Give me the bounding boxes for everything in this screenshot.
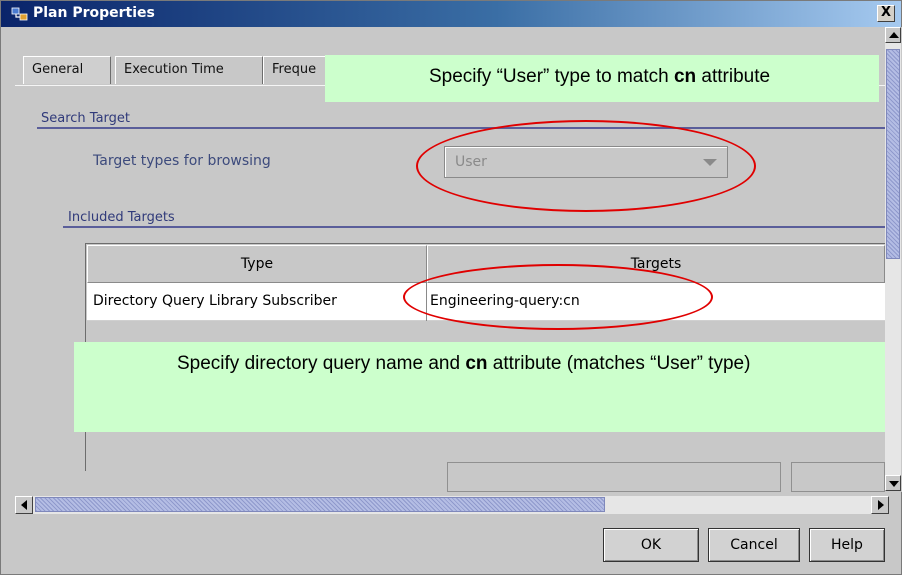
scroll-down-button[interactable] (885, 475, 901, 491)
callout-text: attribute (696, 66, 771, 87)
tab-execution-time[interactable]: Execution Time (115, 56, 263, 84)
highlight-ellipse (416, 120, 756, 212)
partial-button[interactable] (447, 462, 781, 492)
horizontal-scrollbar[interactable] (15, 496, 889, 514)
target-types-label: Target types for browsing (93, 153, 271, 169)
scroll-up-button[interactable] (885, 27, 901, 43)
section-title-included-targets: Included Targets (68, 210, 175, 225)
highlight-ellipse (403, 264, 713, 330)
vertical-scrollbar[interactable] (885, 27, 902, 492)
cancel-button[interactable]: Cancel (708, 528, 800, 562)
cell-type: Directory Query Library Subscriber (87, 283, 427, 321)
title-bar[interactable]: Plan Properties X (1, 1, 901, 27)
annotation-callout: Specify “User” type to match cn attribut… (325, 55, 879, 102)
window-title: Plan Properties (33, 5, 155, 21)
ok-button[interactable]: OK (603, 528, 699, 562)
arrow-left-icon (21, 500, 27, 510)
callout-bold-text: cn (465, 353, 488, 374)
scroll-thumb[interactable] (886, 49, 900, 259)
arrow-right-icon (878, 500, 884, 510)
scroll-left-button[interactable] (15, 496, 33, 514)
app-icon (11, 6, 29, 22)
scroll-right-button[interactable] (871, 496, 889, 514)
callout-text: attribute (matches “User” type) (487, 353, 751, 374)
plan-properties-dialog: Plan Properties X General Execution Time… (0, 0, 902, 575)
callout-text: Specify directory query name and (177, 353, 466, 374)
callout-bold-text: cn (673, 66, 697, 87)
callout-text: Specify “User” type to match (429, 66, 674, 87)
arrow-down-icon (889, 481, 899, 487)
partial-button[interactable] (791, 462, 885, 492)
annotation-callout: Specify directory query name and cn attr… (74, 342, 885, 432)
arrow-up-icon (889, 32, 899, 38)
scroll-thumb[interactable] (35, 497, 605, 512)
section-divider (63, 226, 885, 228)
column-header-type[interactable]: Type (87, 245, 427, 283)
dialog-footer: OK Cancel Help (1, 514, 901, 574)
close-icon: X (880, 5, 892, 20)
close-button[interactable]: X (877, 5, 895, 22)
section-title-search-target: Search Target (41, 111, 131, 126)
help-button[interactable]: Help (809, 528, 885, 562)
section-divider (37, 127, 885, 129)
tab-general[interactable]: General (23, 56, 111, 84)
